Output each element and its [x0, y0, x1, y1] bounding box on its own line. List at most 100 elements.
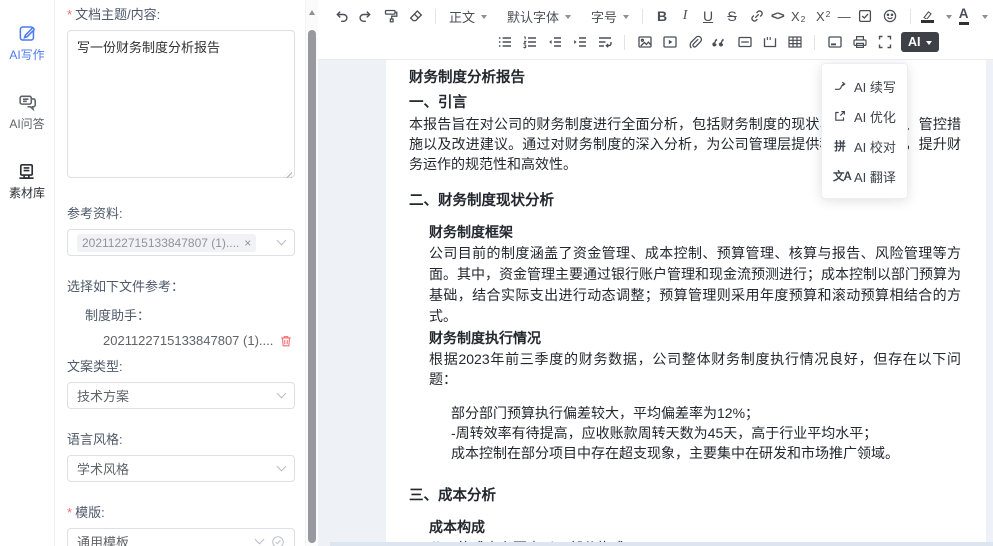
doc-heading-cost: 三、成本分析 — [409, 486, 961, 506]
font-family-value: 默认字体 — [507, 7, 559, 26]
fullscreen-button[interactable] — [872, 30, 897, 54]
undo-button[interactable] — [328, 4, 353, 28]
attachment-button[interactable] — [682, 30, 707, 54]
ai-menu-item-proofread[interactable]: 拼 AI 校对 — [822, 131, 907, 161]
print-button[interactable] — [847, 30, 872, 54]
chevron-down-icon — [255, 535, 265, 545]
inline-code-button[interactable]: <> — [769, 4, 786, 28]
strikethrough-button[interactable]: S — [720, 4, 744, 28]
trash-icon[interactable] — [279, 334, 293, 348]
task-checkbox-button[interactable] — [853, 4, 878, 28]
line-break-button[interactable] — [592, 30, 617, 54]
ai-menu-label: AI 续写 — [854, 77, 896, 96]
app-window: AI写作 AI问答 素材库 *文档主题/内容: 写一份财务制度分析报告 — [0, 0, 993, 546]
format-painter-button[interactable] — [378, 4, 403, 28]
insert-divider-button[interactable] — [732, 30, 757, 54]
emoji-button[interactable] — [878, 4, 903, 28]
style-value: 学术风格 — [77, 459, 278, 478]
italic-button[interactable]: I — [674, 4, 696, 28]
ai-menu-label: AI 校对 — [854, 137, 896, 156]
doc-type-label: 文案类型: — [67, 356, 295, 375]
code-block-button[interactable] — [757, 30, 782, 54]
nav-item-ai-qa[interactable]: AI问答 — [9, 93, 44, 132]
divider — [814, 35, 815, 50]
highlight-color-button[interactable] — [918, 4, 938, 28]
doc-type-value: 技术方案 — [77, 386, 278, 405]
document-canvas: 财务制度分析报告 一、引言 本报告旨在对公司的财务制度进行全面分析，包括财务制度… — [318, 60, 993, 546]
indent-button[interactable] — [567, 30, 592, 54]
font-size-dropdown[interactable]: 字号 — [585, 7, 635, 26]
nav-item-ai-writing[interactable]: AI写作 — [9, 24, 44, 63]
reference-tag-text: 2021122715133847807 (1).... — [82, 236, 239, 250]
caret-down-icon — [946, 15, 952, 22]
file-section-label: 选择如下文件参考： — [67, 276, 295, 295]
required-mark: * — [67, 505, 72, 520]
style-select[interactable]: 学术风格 — [67, 455, 295, 482]
ai-menu-item-optimize[interactable]: AI 优化 — [822, 101, 907, 131]
template-select[interactable]: 通用模板 — [67, 528, 295, 546]
generation-form-panel: *文档主题/内容: 写一份财务制度分析报告 参考资料: 202112271513… — [55, 0, 305, 546]
paragraph-style-dropdown[interactable]: 正文 — [443, 7, 493, 26]
caret-down-icon — [481, 15, 487, 22]
horizontal-scroll-strip[interactable] — [330, 542, 993, 546]
ai-button-label: AI — [908, 35, 921, 49]
page-setup-button[interactable] — [822, 30, 847, 54]
ai-menu-item-continue[interactable]: AI 续写 — [822, 71, 907, 101]
nav-item-material-library[interactable]: 素材库 — [9, 162, 45, 201]
link-button[interactable] — [744, 4, 769, 28]
font-family-dropdown[interactable]: 默认字体 — [501, 7, 577, 26]
file-group-label: 制度助手： — [85, 305, 295, 324]
chevron-down-icon — [277, 389, 287, 399]
archive-icon — [17, 162, 36, 181]
file-name: 2021122715133847807 (1).... — [103, 333, 279, 348]
divider — [624, 35, 625, 50]
ai-menu-label: AI 翻译 — [854, 167, 896, 186]
divider — [910, 9, 911, 24]
insert-image-button[interactable] — [632, 30, 657, 54]
chevron-down-icon — [277, 462, 287, 472]
insert-table-button[interactable] — [782, 30, 807, 54]
horizontal-rule-button[interactable]: — — [836, 4, 853, 28]
doc-pen-icon — [18, 24, 37, 43]
ai-translate-icon: 文A — [833, 168, 847, 184]
outdent-button[interactable] — [542, 30, 567, 54]
bullet-list-button[interactable] — [492, 30, 517, 54]
font-color-caret[interactable] — [974, 11, 990, 22]
superscript-button[interactable]: X2 — [811, 4, 836, 28]
doc-subheading-execution: 财务制度执行情况 — [429, 328, 961, 348]
scrollbar-thumb[interactable] — [308, 30, 316, 543]
caret-down-icon — [926, 41, 932, 48]
tag-close-icon[interactable]: × — [244, 236, 251, 250]
insert-video-button[interactable] — [657, 30, 682, 54]
highlight-color-caret[interactable] — [938, 11, 954, 22]
ai-dropdown-button[interactable]: AI — [901, 32, 939, 52]
ai-optimize-icon — [833, 109, 847, 123]
highlight-pen-icon — [921, 10, 935, 19]
template-value: 通用模板 — [77, 532, 256, 546]
redo-button[interactable] — [353, 4, 378, 28]
subscript-button[interactable]: X2 — [786, 4, 811, 28]
divider — [642, 9, 643, 24]
panel-scrollbar[interactable] — [305, 0, 318, 546]
check-circle-icon — [271, 535, 285, 546]
doc-issue-item: 成本控制在部分项目中存在超支现象，主要集中在研发和市场推广领域。 — [451, 443, 961, 463]
blockquote-button[interactable] — [707, 30, 732, 54]
paragraph-style-value: 正文 — [449, 7, 475, 26]
caret-down-icon — [982, 15, 988, 22]
doc-subheading-framework: 财务制度框架 — [429, 222, 961, 242]
font-color-button[interactable]: A — [954, 4, 974, 28]
underline-button[interactable]: U — [696, 4, 720, 28]
ordered-list-button[interactable] — [517, 30, 542, 54]
clear-format-eraser-button[interactable] — [403, 4, 428, 28]
doc-subheading-cost-structure: 成本构成 — [429, 517, 961, 537]
toolbar-row-1: 正文 默认字体 字号 B I U S <> X2 — [328, 3, 987, 29]
topic-input[interactable]: 写一份财务制度分析报告 — [67, 30, 295, 178]
doc-issue-item: -周转效率有待提高，应收账款周转天数为45天，高于行业平均水平； — [451, 423, 961, 443]
ai-menu-item-translate[interactable]: 文A AI 翻译 — [822, 161, 907, 191]
bold-button[interactable]: B — [650, 4, 674, 28]
doc-type-select[interactable]: 技术方案 — [67, 382, 295, 409]
scroll-up-arrow-icon[interactable] — [309, 7, 315, 15]
reference-select[interactable]: 2021122715133847807 (1).... × — [67, 229, 295, 256]
chevron-down-icon — [277, 236, 287, 246]
doc-paragraph-framework: 公司目前的制度涵盖了资金管理、成本控制、预算管理、核算与报告、风险管理等方面。其… — [429, 243, 961, 327]
